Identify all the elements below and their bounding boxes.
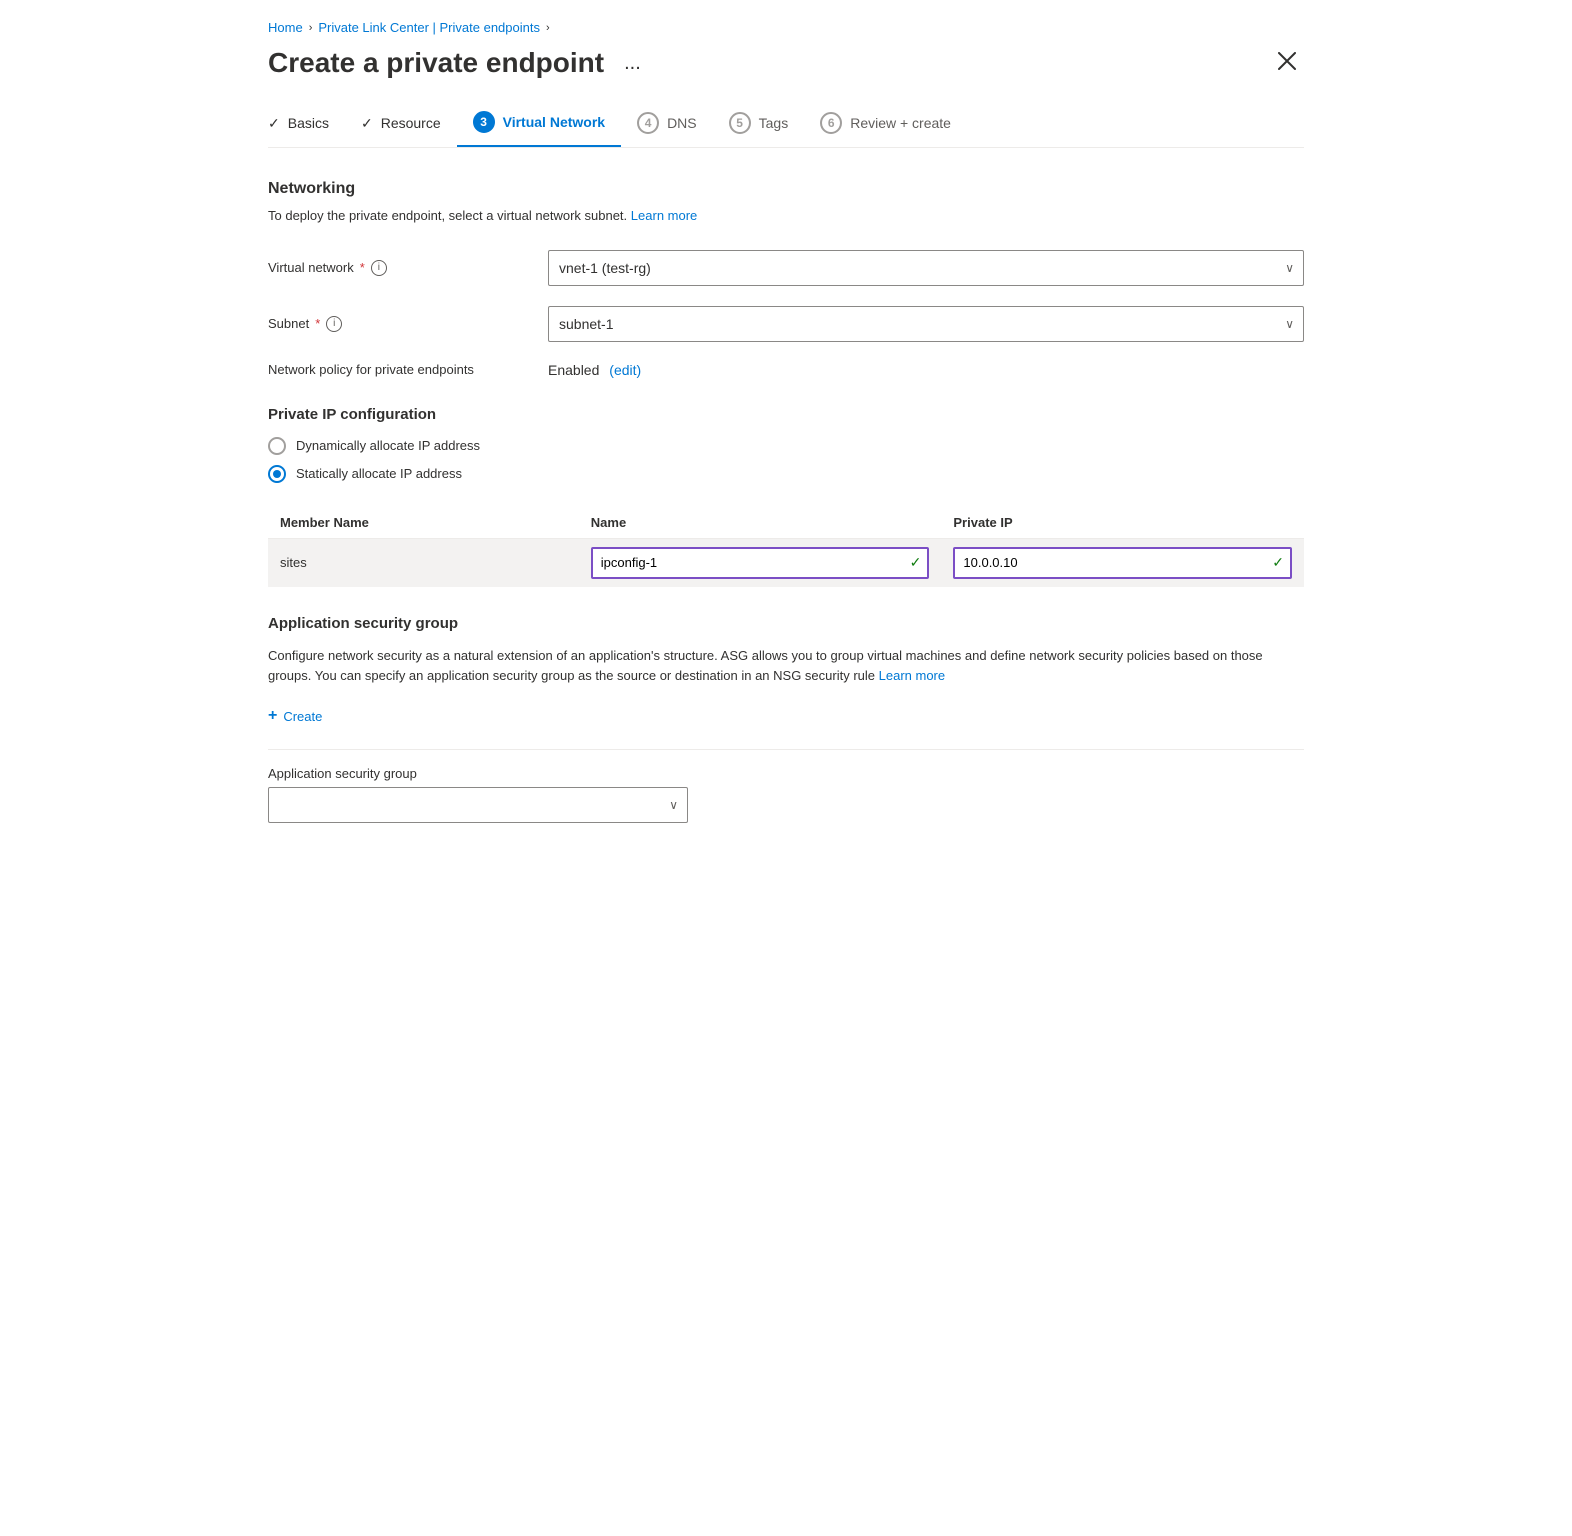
step-basics[interactable]: ✓ Basics [268, 115, 345, 144]
member-name-cell: sites [268, 538, 579, 587]
step-resource-check: ✓ [361, 115, 373, 132]
asg-learn-more[interactable]: Learn more [879, 668, 945, 683]
dynamic-radio-button[interactable] [268, 437, 286, 455]
step-review-circle: 6 [820, 112, 842, 134]
asg-form-label: Application security group [268, 766, 1304, 781]
private-ip-title: Private IP configuration [268, 406, 1304, 423]
create-label: Create [283, 709, 322, 724]
step-basics-label: Basics [288, 115, 329, 131]
name-check-icon: ✓ [910, 554, 922, 571]
table-row: sites ✓ ✓ [268, 538, 1304, 587]
page-title-area: Create a private endpoint ... [268, 47, 649, 79]
step-dns-circle: 4 [637, 112, 659, 134]
ip-check-icon: ✓ [1272, 554, 1284, 571]
breadcrumb-chevron-1: › [309, 22, 313, 34]
virtual-network-dropdown-wrapper: vnet-1 (test-rg) ∨ [548, 250, 1304, 286]
step-basics-check: ✓ [268, 115, 280, 132]
step-review-create[interactable]: 6 Review + create [804, 112, 967, 146]
asg-desc: Configure network security as a natural … [268, 646, 1304, 688]
step-vnet-circle: 3 [473, 111, 495, 133]
ip-cell: ✓ [941, 538, 1304, 587]
dynamic-allocation-option[interactable]: Dynamically allocate IP address [268, 437, 1304, 455]
breadcrumb: Home › Private Link Center | Private end… [268, 20, 1304, 35]
network-policy-value: Enabled [548, 362, 599, 378]
ip-config-table: Member Name Name Private IP sites ✓ [268, 507, 1304, 587]
static-allocation-option[interactable]: Statically allocate IP address [268, 465, 1304, 483]
asg-select[interactable] [268, 787, 688, 823]
name-cell: ✓ [579, 538, 942, 587]
col-member-header: Member Name [268, 507, 579, 539]
step-review-create-label: Review + create [850, 115, 951, 131]
step-vnet-label: Virtual Network [503, 114, 605, 130]
subnet-row: Subnet * i subnet-1 ∨ [268, 306, 1304, 342]
static-radio-dot [273, 470, 281, 478]
asg-dropdown-wrapper: ∨ [268, 787, 688, 823]
ip-allocation-radio-group: Dynamically allocate IP address Statical… [268, 437, 1304, 483]
dynamic-allocation-label: Dynamically allocate IP address [296, 438, 480, 453]
network-policy-edit-link[interactable]: (edit) [609, 362, 641, 378]
step-tags-circle: 5 [729, 112, 751, 134]
virtual-network-label: Virtual network * i [268, 260, 548, 276]
page-header: Create a private endpoint ... [268, 47, 1304, 79]
subnet-required: * [315, 316, 320, 331]
virtual-network-required: * [360, 260, 365, 275]
breadcrumb-chevron-2: › [546, 22, 550, 34]
network-policy-label: Network policy for private endpoints [268, 362, 548, 377]
ip-input-wrapper: ✓ [953, 547, 1292, 579]
subnet-dropdown-wrapper: subnet-1 ∨ [548, 306, 1304, 342]
step-tags[interactable]: 5 Tags [713, 112, 805, 146]
ip-input[interactable] [953, 547, 1292, 579]
name-input[interactable] [591, 547, 930, 579]
asg-title: Application security group [268, 615, 1304, 632]
asg-section: Application security group Configure net… [268, 615, 1304, 824]
virtual-network-row: Virtual network * i vnet-1 (test-rg) ∨ [268, 250, 1304, 286]
subnet-select[interactable]: subnet-1 [548, 306, 1304, 342]
subnet-info-icon[interactable]: i [326, 316, 342, 332]
breadcrumb-home[interactable]: Home [268, 20, 303, 35]
step-tags-label: Tags [759, 115, 789, 131]
static-allocation-label: Statically allocate IP address [296, 466, 462, 481]
virtual-network-control: vnet-1 (test-rg) ∨ [548, 250, 1304, 286]
subnet-label: Subnet * i [268, 316, 548, 332]
step-resource[interactable]: ✓ Resource [345, 115, 457, 144]
name-input-wrapper: ✓ [591, 547, 930, 579]
plus-icon: + [268, 707, 277, 725]
steps-nav: ✓ Basics ✓ Resource 3 Virtual Network 4 … [268, 111, 1304, 148]
network-policy-row: Network policy for private endpoints Ena… [268, 362, 1304, 378]
close-button[interactable] [1270, 48, 1304, 78]
col-ip-header: Private IP [941, 507, 1304, 539]
page-title: Create a private endpoint [268, 47, 604, 79]
ellipsis-button[interactable]: ... [616, 48, 649, 79]
col-name-header: Name [579, 507, 942, 539]
step-dns[interactable]: 4 DNS [621, 112, 713, 146]
networking-learn-more[interactable]: Learn more [631, 208, 697, 223]
asg-create-button[interactable]: + Create [268, 703, 322, 729]
breadcrumb-private-link[interactable]: Private Link Center | Private endpoints [318, 20, 540, 35]
networking-section: Networking To deploy the private endpoin… [268, 180, 1304, 378]
static-radio-button[interactable] [268, 465, 286, 483]
subnet-control: subnet-1 ∨ [548, 306, 1304, 342]
private-ip-section: Private IP configuration Dynamically all… [268, 406, 1304, 587]
step-virtual-network[interactable]: 3 Virtual Network [457, 111, 621, 147]
networking-desc: To deploy the private endpoint, select a… [268, 206, 1304, 226]
asg-divider [268, 749, 1304, 750]
networking-title: Networking [268, 180, 1304, 198]
step-resource-label: Resource [381, 115, 441, 131]
step-dns-label: DNS [667, 115, 697, 131]
virtual-network-select[interactable]: vnet-1 (test-rg) [548, 250, 1304, 286]
virtual-network-info-icon[interactable]: i [371, 260, 387, 276]
network-policy-value-area: Enabled (edit) [548, 362, 641, 378]
